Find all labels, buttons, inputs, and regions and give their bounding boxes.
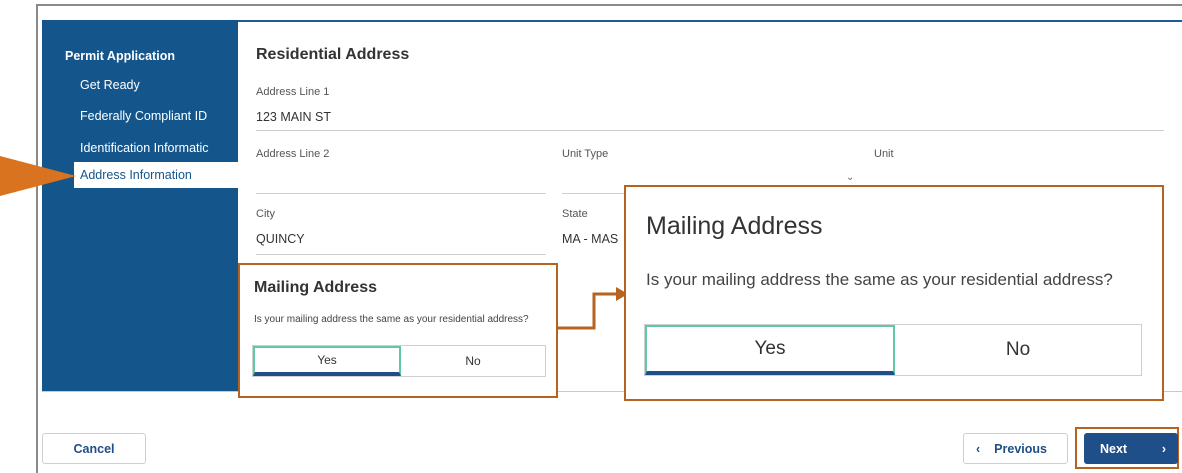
unit-type-label: Unit Type [562, 148, 609, 160]
address-line2-label: Address Line 2 [256, 148, 330, 160]
previous-button[interactable]: ‹ Previous [963, 433, 1068, 464]
arrow-right-icon [0, 156, 76, 196]
sidebar-nav: Permit Application Get Ready Federally C… [42, 20, 238, 392]
previous-button-label: Previous [994, 441, 1047, 456]
next-button-label: Next [1100, 441, 1128, 456]
city-label: City [256, 208, 275, 220]
unit-label: Unit [874, 148, 894, 160]
sidebar-item-identification-information[interactable]: Identification Informatic [80, 141, 230, 155]
mailing-address-toggle-large: Yes No [644, 324, 1142, 376]
state-select[interactable]: MA - MAS [562, 232, 618, 246]
sidebar-item-address-information[interactable]: Address Information [74, 162, 238, 188]
next-button[interactable]: Next › [1084, 433, 1178, 464]
city-input[interactable]: QUINCY [256, 232, 305, 246]
sidebar-item-get-ready[interactable]: Get Ready [80, 78, 140, 92]
sidebar-item-label: Address Information [80, 168, 192, 182]
arrow-right-icon [558, 287, 628, 330]
address-line2-underline [256, 193, 546, 194]
cancel-button[interactable]: Cancel [42, 433, 146, 464]
mailing-address-toggle-small: Yes No [252, 345, 546, 377]
sidebar-title: Permit Application [65, 49, 175, 63]
mailing-address-title-large: Mailing Address [646, 212, 823, 240]
address-line1-input[interactable]: 123 MAIN ST [256, 110, 331, 124]
city-underline [256, 254, 546, 255]
chevron-right-icon: › [1161, 441, 1166, 456]
address-line1-underline [256, 130, 1164, 131]
chevron-down-icon[interactable]: ⌄ [846, 172, 854, 183]
no-option-large[interactable]: No [895, 325, 1141, 375]
mailing-address-question-small: Is your mailing address the same as your… [254, 314, 529, 325]
yes-option-small[interactable]: Yes [253, 346, 401, 376]
mailing-address-title-small: Mailing Address [254, 279, 377, 296]
residential-address-title: Residential Address [256, 46, 410, 63]
mailing-address-question-large: Is your mailing address the same as your… [646, 270, 1113, 289]
address-line1-label: Address Line 1 [256, 86, 330, 98]
state-label: State [562, 208, 588, 220]
chevron-left-icon: ‹ [976, 441, 981, 456]
yes-option-large[interactable]: Yes [645, 325, 895, 375]
sidebar-item-federally-compliant-id[interactable]: Federally Compliant ID [80, 109, 207, 123]
no-option-small[interactable]: No [401, 346, 545, 376]
